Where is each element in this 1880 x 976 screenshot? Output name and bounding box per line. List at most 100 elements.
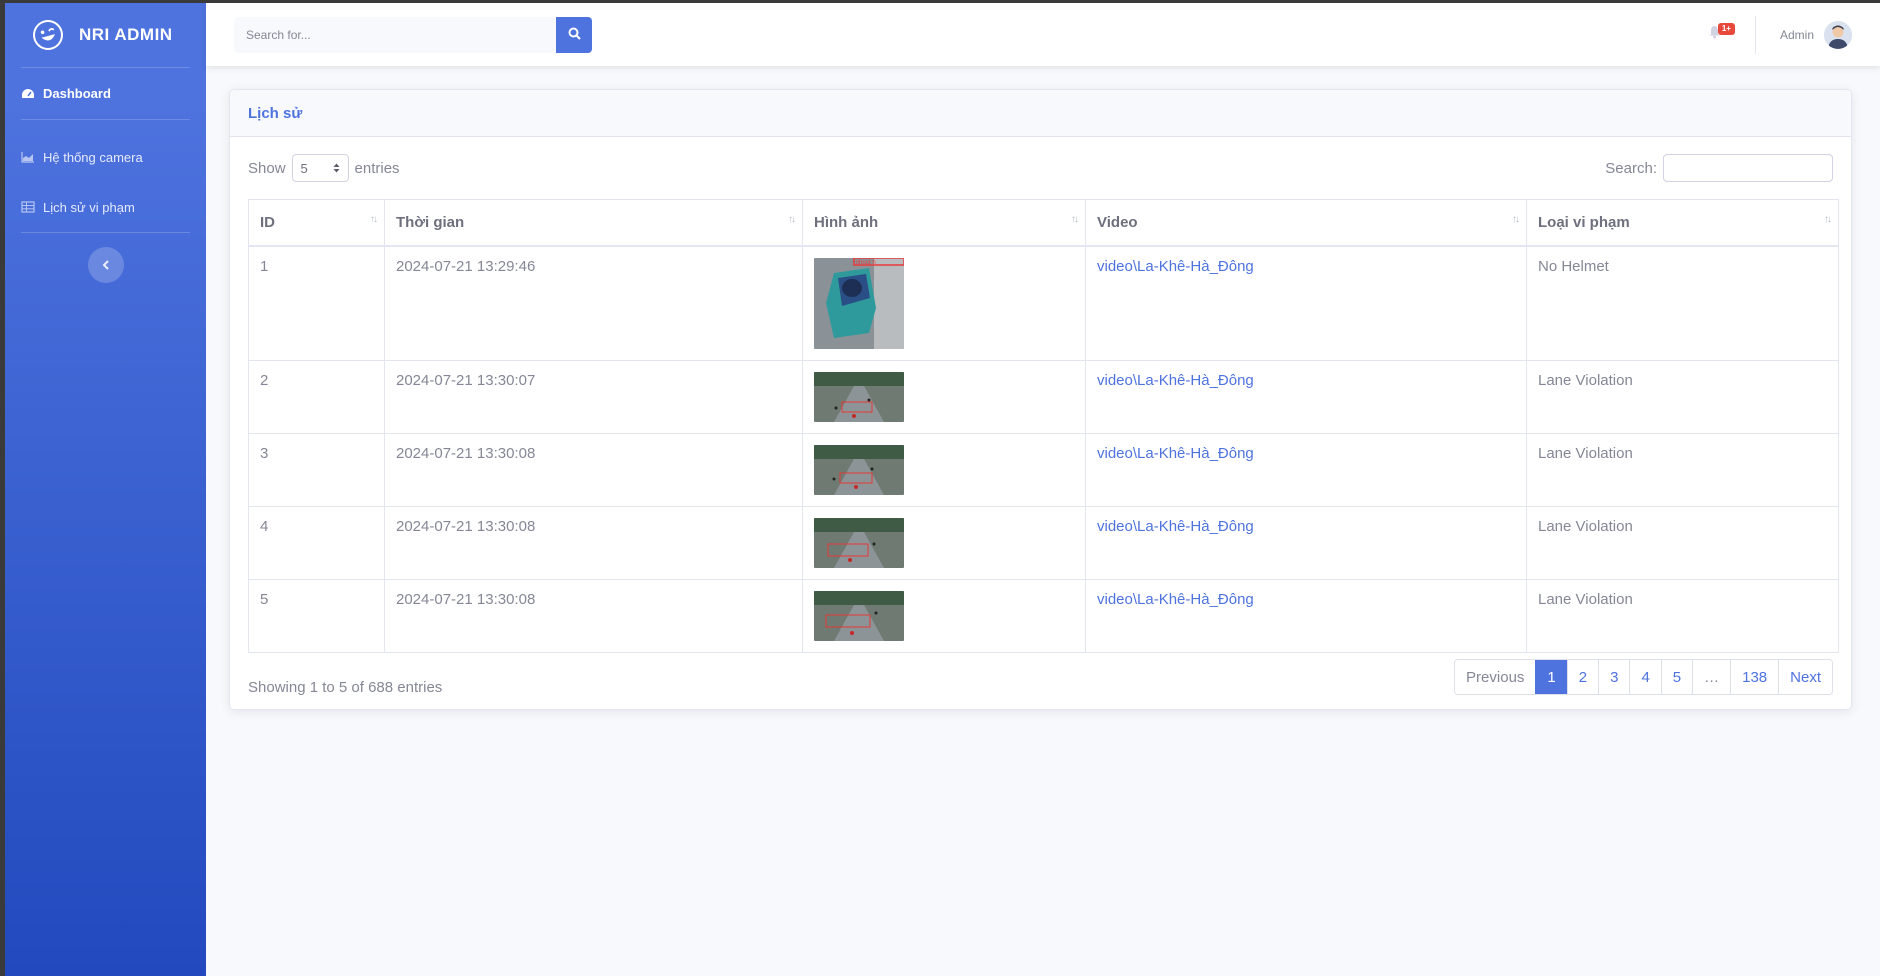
- next-page-button[interactable]: Next: [1778, 660, 1832, 694]
- search-button[interactable]: [556, 16, 592, 53]
- topbar-search: [234, 16, 592, 53]
- cell-violation-type: Lane Violation: [1526, 578, 1839, 653]
- alerts-badge: 1+: [1717, 22, 1735, 35]
- sort-icon: ↑↓: [788, 214, 796, 225]
- violation-image[interactable]: [814, 444, 904, 495]
- sidebar-item-label: Dashboard: [43, 86, 111, 101]
- pagination: Previous 1 2 3 4 5 … 138 Next: [1454, 659, 1833, 695]
- user-menu[interactable]: Admin: [1779, 20, 1852, 49]
- cell-video[interactable]: video\La-Khê-Hà_Đông: [1085, 432, 1527, 507]
- show-label: Show: [248, 159, 286, 177]
- cell-time: 2024-07-21 13:30:07: [384, 359, 803, 434]
- video-link[interactable]: video\La-Khê-Hà_Đông: [1097, 372, 1254, 389]
- sidebar-item-label: Lịch sử vi phạm: [43, 199, 135, 215]
- cell-video[interactable]: video\La-Khê-Hà_Đông: [1085, 578, 1527, 653]
- cell-time: 2024-07-21 13:30:08: [384, 432, 803, 507]
- avatar: [1824, 20, 1852, 49]
- cell-image: [802, 432, 1086, 507]
- table-row: 4 2024-07-21 13:30:08 video\La-Khê-Hà_Đô…: [248, 505, 1839, 580]
- sidebar-item-label: Hệ thống camera: [43, 149, 143, 165]
- topbar-divider: [1754, 15, 1756, 54]
- cell-image: [802, 505, 1086, 580]
- cell-id: 4: [248, 505, 385, 580]
- sort-icon: ↑↓: [1071, 214, 1079, 225]
- sidebar: NRI ADMIN Dashboard Hệ thống camera Lịch…: [5, 3, 206, 976]
- svg-text:ithout h: ithout h: [856, 260, 876, 266]
- violation-image[interactable]: [814, 590, 904, 641]
- page-button-3[interactable]: 3: [1598, 660, 1630, 694]
- column-header-id[interactable]: ID ↑↓: [248, 199, 385, 247]
- cell-image: [802, 578, 1086, 653]
- table-filter: Search:: [1605, 154, 1833, 182]
- video-link[interactable]: video\La-Khê-Hà_Đông: [1097, 518, 1254, 535]
- cell-id: 2: [248, 359, 385, 434]
- violation-image[interactable]: [814, 371, 904, 422]
- cell-violation-type: Lane Violation: [1526, 432, 1839, 507]
- cell-image: [802, 359, 1086, 434]
- topbar: 1+ Admin: [206, 3, 1880, 66]
- sort-updown-icon: [333, 161, 340, 176]
- cell-id: 3: [248, 432, 385, 507]
- filter-label: Search:: [1605, 159, 1657, 177]
- page-ellipsis: …: [1692, 660, 1731, 694]
- sidebar-item-camera-system[interactable]: Hệ thống camera: [5, 132, 206, 182]
- column-header-violation-type[interactable]: Loại vi phạm ↑↓: [1526, 199, 1839, 247]
- page-button-4[interactable]: 4: [1629, 660, 1661, 694]
- tachometer-icon: [21, 88, 35, 100]
- search-icon: [568, 27, 581, 43]
- column-header-time[interactable]: Thời gian ↑↓: [384, 199, 803, 247]
- topbar-right: 1+ Admin: [1701, 3, 1852, 66]
- violation-image[interactable]: [814, 517, 904, 568]
- table-controls: Show 5 entries Search:: [230, 137, 1851, 199]
- column-header-video[interactable]: Video ↑↓: [1085, 199, 1527, 247]
- cell-violation-type: No Helmet: [1526, 245, 1839, 361]
- cell-time: 2024-07-21 13:30:08: [384, 505, 803, 580]
- page-button-138[interactable]: 138: [1730, 660, 1779, 694]
- page-button-5[interactable]: 5: [1660, 660, 1693, 694]
- alerts-button[interactable]: 1+: [1701, 21, 1735, 49]
- history-table: ID ↑↓ Thời gian ↑↓ Hình ảnh ↑↓ Video ↑↓ Loại…: [248, 199, 1839, 653]
- brand-name: NRI ADMIN: [79, 25, 173, 44]
- main-content: 1+ Admin Lịch sử Show 5: [206, 3, 1880, 976]
- cell-time: 2024-07-21 13:29:46: [384, 245, 803, 361]
- sort-icon: ↑↓: [370, 214, 378, 225]
- table-search-input[interactable]: [1663, 154, 1833, 182]
- cell-image: ithout h: [802, 245, 1086, 361]
- laugh-wink-icon: [29, 16, 67, 54]
- brand[interactable]: NRI ADMIN: [5, 3, 206, 67]
- page-button-2[interactable]: 2: [1566, 660, 1599, 694]
- video-link[interactable]: video\La-Khê-Hà_Đông: [1097, 591, 1254, 608]
- table-info: Showing 1 to 5 of 688 entries: [248, 678, 443, 696]
- sidebar-item-violation-history[interactable]: Lịch sử vi phạm: [5, 182, 206, 232]
- user-name: Admin: [1779, 27, 1814, 42]
- cell-violation-type: Lane Violation: [1526, 505, 1839, 580]
- cell-time: 2024-07-21 13:30:08: [384, 578, 803, 653]
- video-link[interactable]: video\La-Khê-Hà_Đông: [1097, 258, 1254, 275]
- column-header-image[interactable]: Hình ảnh ↑↓: [802, 199, 1086, 247]
- entries-length-select[interactable]: 5: [291, 154, 349, 182]
- sort-icon: ↑↓: [1512, 214, 1520, 225]
- table-icon: [21, 201, 35, 213]
- cell-video[interactable]: video\La-Khê-Hà_Đông: [1085, 359, 1527, 434]
- search-input[interactable]: [234, 16, 556, 53]
- table-row: 3 2024-07-21 13:30:08 video\La-Khê-Hà_Đô…: [248, 432, 1839, 507]
- table-header-row: ID ↑↓ Thời gian ↑↓ Hình ảnh ↑↓ Video ↑↓ Loại…: [248, 199, 1839, 247]
- cell-id: 1: [248, 245, 385, 361]
- table-row: 5 2024-07-21 13:30:08 video\La-Khê-Hà_Đô…: [248, 578, 1839, 653]
- table-footer: Showing 1 to 5 of 688 entries Previous 1…: [230, 659, 1851, 696]
- card-title: Lịch sử: [230, 90, 1851, 137]
- length-value: 5: [300, 160, 308, 176]
- page-button-1[interactable]: 1: [1535, 660, 1567, 694]
- sidebar-toggle-button[interactable]: [87, 247, 124, 283]
- cell-id: 5: [248, 578, 385, 653]
- chart-area-icon: [21, 151, 35, 163]
- cell-video[interactable]: video\La-Khê-Hà_Đông: [1085, 245, 1527, 361]
- video-link[interactable]: video\La-Khê-Hà_Đông: [1097, 445, 1254, 462]
- chevron-left-icon: [102, 257, 110, 273]
- entries-label: entries: [354, 159, 400, 177]
- history-card: Lịch sử Show 5 entries Search: ID ↑↓ Thờ…: [229, 89, 1852, 710]
- cell-video[interactable]: video\La-Khê-Hà_Đông: [1085, 505, 1527, 580]
- sidebar-item-dashboard[interactable]: Dashboard: [5, 68, 206, 119]
- violation-image[interactable]: ithout h: [814, 257, 904, 349]
- previous-page-button[interactable]: Previous: [1455, 660, 1536, 694]
